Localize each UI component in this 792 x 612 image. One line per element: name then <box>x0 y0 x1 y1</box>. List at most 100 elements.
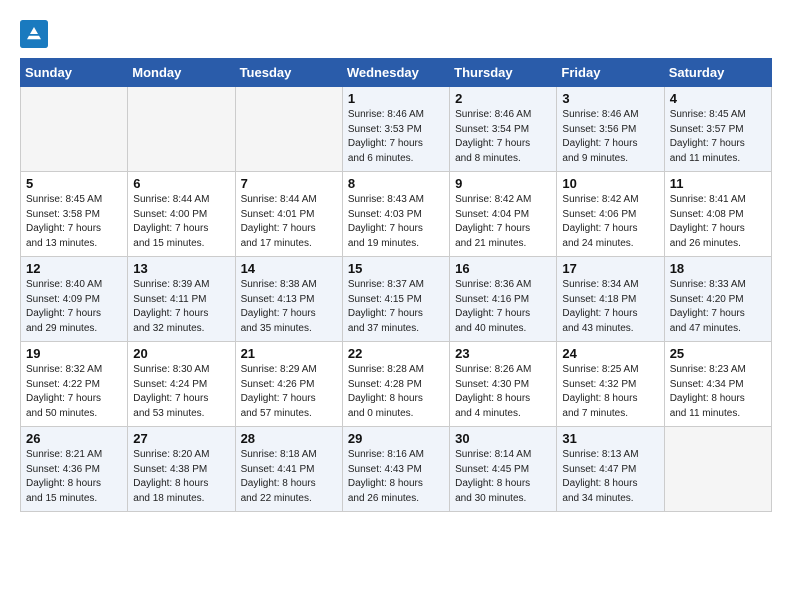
calendar-cell: 29 Sunrise: 8:16 AM Sunset: 4:43 PM Dayli… <box>342 427 449 512</box>
day-detail: Sunrise: 8:45 AM Sunset: 3:57 PM Dayligh… <box>670 108 766 166</box>
day-detail: Sunrise: 8:16 AM Sunset: 4:43 PM Dayligh… <box>348 448 444 506</box>
weekday-header-tuesday: Tuesday <box>235 59 342 87</box>
calendar-cell: 20 Sunrise: 8:30 AM Sunset: 4:24 PM Dayli… <box>128 342 235 427</box>
day-detail: Sunrise: 8:25 AM Sunset: 4:32 PM Dayligh… <box>562 363 658 421</box>
day-number: 6 <box>133 176 229 191</box>
day-detail: Sunrise: 8:29 AM Sunset: 4:26 PM Dayligh… <box>241 363 337 421</box>
day-detail: Sunrise: 8:13 AM Sunset: 4:47 PM Dayligh… <box>562 448 658 506</box>
calendar-table: SundayMondayTuesdayWednesdayThursdayFrid… <box>20 58 772 512</box>
day-number: 30 <box>455 431 551 446</box>
calendar-cell: 18Sunrise: 8:33 AM Sunset: 4:20 PM Dayli… <box>664 257 771 342</box>
day-number: 5 <box>26 176 122 191</box>
weekday-header-wednesday: Wednesday <box>342 59 449 87</box>
calendar-cell <box>128 87 235 172</box>
day-detail: Sunrise: 8:28 AM Sunset: 4:28 PM Dayligh… <box>348 363 444 421</box>
day-number: 21 <box>241 346 337 361</box>
day-detail: Sunrise: 8:37 AM Sunset: 4:15 PM Dayligh… <box>348 278 444 336</box>
day-detail: Sunrise: 8:39 AM Sunset: 4:11 PM Dayligh… <box>133 278 229 336</box>
day-number: 29 <box>348 431 444 446</box>
day-number: 12 <box>26 261 122 276</box>
day-number: 15 <box>348 261 444 276</box>
day-detail: Sunrise: 8:23 AM Sunset: 4:34 PM Dayligh… <box>670 363 766 421</box>
day-detail: Sunrise: 8:32 AM Sunset: 4:22 PM Dayligh… <box>26 363 122 421</box>
calendar-header-row: SundayMondayTuesdayWednesdayThursdayFrid… <box>21 59 772 87</box>
weekday-header-thursday: Thursday <box>450 59 557 87</box>
day-number: 23 <box>455 346 551 361</box>
day-detail: Sunrise: 8:20 AM Sunset: 4:38 PM Dayligh… <box>133 448 229 506</box>
day-detail: Sunrise: 8:21 AM Sunset: 4:36 PM Dayligh… <box>26 448 122 506</box>
calendar-cell: 1 Sunrise: 8:46 AM Sunset: 3:53 PM Daylig… <box>342 87 449 172</box>
day-number: 1 <box>348 91 444 106</box>
calendar-cell: 16Sunrise: 8:36 AM Sunset: 4:16 PM Dayli… <box>450 257 557 342</box>
logo <box>20 20 52 48</box>
calendar-cell: 27Sunrise: 8:20 AM Sunset: 4:38 PM Dayli… <box>128 427 235 512</box>
day-number: 10 <box>562 176 658 191</box>
day-detail: Sunrise: 8:46 AM Sunset: 3:54 PM Dayligh… <box>455 108 551 166</box>
calendar-cell: 25 Sunrise: 8:23 AM Sunset: 4:34 PM Dayli… <box>664 342 771 427</box>
calendar-cell: 21 Sunrise: 8:29 AM Sunset: 4:26 PM Dayli… <box>235 342 342 427</box>
day-detail: Sunrise: 8:46 AM Sunset: 3:56 PM Dayligh… <box>562 108 658 166</box>
day-detail: Sunrise: 8:33 AM Sunset: 4:20 PM Dayligh… <box>670 278 766 336</box>
day-detail: Sunrise: 8:41 AM Sunset: 4:08 PM Dayligh… <box>670 193 766 251</box>
calendar-cell <box>664 427 771 512</box>
calendar-cell: 15 Sunrise: 8:37 AM Sunset: 4:15 PM Dayli… <box>342 257 449 342</box>
day-number: 17 <box>562 261 658 276</box>
calendar-week-row: 19 Sunrise: 8:32 AM Sunset: 4:22 PM Dayli… <box>21 342 772 427</box>
day-detail: Sunrise: 8:43 AM Sunset: 4:03 PM Dayligh… <box>348 193 444 251</box>
calendar-cell: 3 Sunrise: 8:46 AM Sunset: 3:56 PM Daylig… <box>557 87 664 172</box>
calendar-cell: 5Sunrise: 8:45 AM Sunset: 3:58 PM Daylig… <box>21 172 128 257</box>
calendar-cell: 7 Sunrise: 8:44 AM Sunset: 4:01 PM Daylig… <box>235 172 342 257</box>
day-number: 4 <box>670 91 766 106</box>
calendar-cell: 2 Sunrise: 8:46 AM Sunset: 3:54 PM Daylig… <box>450 87 557 172</box>
calendar-week-row: 5Sunrise: 8:45 AM Sunset: 3:58 PM Daylig… <box>21 172 772 257</box>
calendar-cell: 24 Sunrise: 8:25 AM Sunset: 4:32 PM Dayli… <box>557 342 664 427</box>
calendar-cell: 22 Sunrise: 8:28 AM Sunset: 4:28 PM Dayli… <box>342 342 449 427</box>
day-detail: Sunrise: 8:34 AM Sunset: 4:18 PM Dayligh… <box>562 278 658 336</box>
day-number: 7 <box>241 176 337 191</box>
page-header <box>20 20 772 48</box>
day-detail: Sunrise: 8:18 AM Sunset: 4:41 PM Dayligh… <box>241 448 337 506</box>
day-detail: Sunrise: 8:42 AM Sunset: 4:04 PM Dayligh… <box>455 193 551 251</box>
day-number: 25 <box>670 346 766 361</box>
calendar-week-row: 26Sunrise: 8:21 AM Sunset: 4:36 PM Dayli… <box>21 427 772 512</box>
calendar-cell: 4 Sunrise: 8:45 AM Sunset: 3:57 PM Daylig… <box>664 87 771 172</box>
day-number: 28 <box>241 431 337 446</box>
calendar-cell: 26Sunrise: 8:21 AM Sunset: 4:36 PM Dayli… <box>21 427 128 512</box>
day-number: 20 <box>133 346 229 361</box>
calendar-cell: 23Sunrise: 8:26 AM Sunset: 4:30 PM Dayli… <box>450 342 557 427</box>
day-detail: Sunrise: 8:36 AM Sunset: 4:16 PM Dayligh… <box>455 278 551 336</box>
day-number: 22 <box>348 346 444 361</box>
calendar-cell: 19 Sunrise: 8:32 AM Sunset: 4:22 PM Dayli… <box>21 342 128 427</box>
day-number: 19 <box>26 346 122 361</box>
day-detail: Sunrise: 8:38 AM Sunset: 4:13 PM Dayligh… <box>241 278 337 336</box>
calendar-cell <box>235 87 342 172</box>
day-detail: Sunrise: 8:46 AM Sunset: 3:53 PM Dayligh… <box>348 108 444 166</box>
day-number: 3 <box>562 91 658 106</box>
calendar-week-row: 12 Sunrise: 8:40 AM Sunset: 4:09 PM Dayli… <box>21 257 772 342</box>
day-number: 24 <box>562 346 658 361</box>
day-detail: Sunrise: 8:44 AM Sunset: 4:00 PM Dayligh… <box>133 193 229 251</box>
day-number: 2 <box>455 91 551 106</box>
day-number: 9 <box>455 176 551 191</box>
day-number: 31 <box>562 431 658 446</box>
logo-icon <box>20 20 48 48</box>
calendar-week-row: 1 Sunrise: 8:46 AM Sunset: 3:53 PM Daylig… <box>21 87 772 172</box>
day-number: 14 <box>241 261 337 276</box>
calendar-cell: 10 Sunrise: 8:42 AM Sunset: 4:06 PM Dayli… <box>557 172 664 257</box>
day-number: 8 <box>348 176 444 191</box>
day-detail: Sunrise: 8:14 AM Sunset: 4:45 PM Dayligh… <box>455 448 551 506</box>
calendar-cell: 30 Sunrise: 8:14 AM Sunset: 4:45 PM Dayli… <box>450 427 557 512</box>
day-detail: Sunrise: 8:40 AM Sunset: 4:09 PM Dayligh… <box>26 278 122 336</box>
calendar-cell: 8 Sunrise: 8:43 AM Sunset: 4:03 PM Daylig… <box>342 172 449 257</box>
calendar-cell: 6 Sunrise: 8:44 AM Sunset: 4:00 PM Daylig… <box>128 172 235 257</box>
calendar-cell: 11 Sunrise: 8:41 AM Sunset: 4:08 PM Dayli… <box>664 172 771 257</box>
day-detail: Sunrise: 8:42 AM Sunset: 4:06 PM Dayligh… <box>562 193 658 251</box>
day-detail: Sunrise: 8:30 AM Sunset: 4:24 PM Dayligh… <box>133 363 229 421</box>
calendar-cell: 31 Sunrise: 8:13 AM Sunset: 4:47 PM Dayli… <box>557 427 664 512</box>
day-number: 11 <box>670 176 766 191</box>
calendar-cell <box>21 87 128 172</box>
calendar-cell: 9 Sunrise: 8:42 AM Sunset: 4:04 PM Daylig… <box>450 172 557 257</box>
weekday-header-friday: Friday <box>557 59 664 87</box>
weekday-header-monday: Monday <box>128 59 235 87</box>
day-detail: Sunrise: 8:44 AM Sunset: 4:01 PM Dayligh… <box>241 193 337 251</box>
